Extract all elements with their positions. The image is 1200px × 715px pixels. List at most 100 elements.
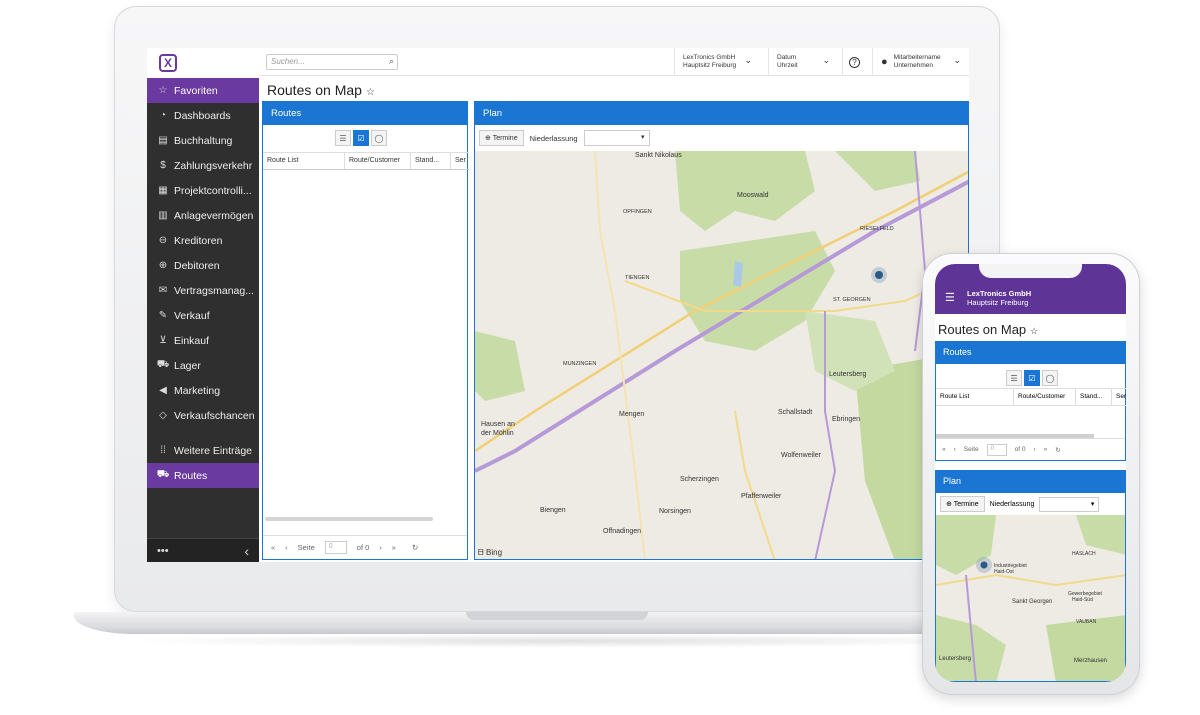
phone-company[interactable]: LexTronics GmbH Hauptsitz Freiburg <box>967 289 1031 307</box>
column-header[interactable]: Ser <box>451 153 469 169</box>
sidebar-item-more[interactable]: ⁞⁞ Weitere Einträge <box>147 438 259 463</box>
laptop-shadow <box>120 634 1020 648</box>
column-header[interactable]: Route/Customer <box>345 153 411 169</box>
map-label: Ebringen <box>832 416 860 423</box>
sidebar-item-vertragsmanag[interactable]: ✉ Vertragsmanag... <box>147 278 259 303</box>
handshake-icon: ✉ <box>158 285 168 296</box>
sidebar-item-routes[interactable]: ⛟ Routes <box>147 463 259 488</box>
list-view-icon[interactable]: ☰ <box>335 130 351 146</box>
bing-attribution: ᗷ Bing <box>478 548 502 558</box>
sidebar-item-projektcontrolli[interactable]: ▦ Projektcontrolli... <box>147 178 259 203</box>
phone-company-sub: Hauptsitz Freiburg <box>967 298 1029 307</box>
phone-title-text: Routes on Map <box>938 322 1027 337</box>
hamburger-menu-icon[interactable]: ☰ <box>945 291 955 304</box>
phone-plan-panel: Plan ⊕ Termine Niederlassung ▾ HASLACH I… <box>935 470 1126 682</box>
collapse-chevron-icon[interactable]: ‹ <box>244 543 249 559</box>
favorite-star-icon[interactable]: ☆ <box>366 87 375 98</box>
map-label: Hausen an <box>481 421 515 428</box>
prev-page-icon[interactable]: ‹ <box>954 446 956 453</box>
more-dots-icon[interactable]: ••• <box>157 545 169 557</box>
sidebar-item-marketing[interactable]: ◀ Marketing <box>147 378 259 403</box>
niederlassung-select[interactable]: ▾ <box>583 130 650 146</box>
sidebar-item-label: Zahlungsverkehr <box>174 159 253 172</box>
column-header[interactable]: Stand... <box>411 153 451 169</box>
date-time-selector[interactable]: Datum Uhrzeit ⌄ <box>768 48 838 76</box>
company-selector[interactable]: LexTronics GmbH Hauptsitz Freiburg ⌄ <box>674 48 760 76</box>
search-icon[interactable]: ⌕ <box>389 56 394 67</box>
phone-view-toggle: ☰ ☑ ◯ <box>1006 370 1058 386</box>
prev-page-icon[interactable]: ‹ <box>285 543 288 552</box>
phone-pager: « ‹ Seite 0 of 0 › » ↻ <box>936 438 1125 460</box>
sidebar-item-favoriten[interactable]: ☆ Favoriten <box>147 78 259 103</box>
sidebar-item-dashboards[interactable]: ◔ Dashboards <box>147 103 259 128</box>
refresh-icon[interactable]: ↻ <box>1055 446 1060 454</box>
list-view-icon[interactable]: ☰ <box>1006 370 1022 386</box>
column-header[interactable]: Stand... <box>1076 389 1112 405</box>
map-label: Leutersberg <box>939 656 971 662</box>
view-toggle: ☰ ☑ ◯ <box>335 130 387 146</box>
user-menu[interactable]: ● Mitarbeitername Unternehmen ⌄ <box>872 48 969 76</box>
check-view-icon[interactable]: ☑ <box>1024 370 1040 386</box>
refresh-icon[interactable]: ↻ <box>412 543 418 552</box>
termine-button[interactable]: ⊕ Termine <box>940 496 985 512</box>
last-page-icon[interactable]: » <box>1044 446 1048 453</box>
sidebar-item-label: Routes <box>174 469 208 482</box>
truck-icon: ⛟ <box>156 359 170 370</box>
map-label: Scherzingen <box>680 476 719 483</box>
termine-button[interactable]: ⊕ Termine <box>479 130 524 146</box>
sidebar-item-einkauf[interactable]: ⊻ Einkauf <box>147 328 259 353</box>
check-view-icon[interactable]: ☑ <box>353 130 369 146</box>
horizontal-scrollbar[interactable] <box>265 517 433 521</box>
plan-panel-header: Plan <box>475 102 968 125</box>
map-label: HASLACH <box>1072 551 1096 557</box>
routes-panel: Routes ☰ ☑ ◯ Route List Route/Customer S… <box>262 101 469 560</box>
next-page-icon[interactable]: › <box>379 543 382 552</box>
chevron-down-icon: ⌄ <box>822 55 830 65</box>
user-name: Mitarbeitername <box>893 54 941 61</box>
megaphone-icon: ◀ <box>159 385 167 396</box>
map[interactable]: Sankt Nikolaus Mooswald OPFINGEN RIESELF… <box>475 151 968 559</box>
first-page-icon[interactable]: « <box>942 446 946 453</box>
column-header[interactable]: Route/Customer <box>1014 389 1076 405</box>
sidebar-item-zahlungsverkehr[interactable]: $ Zahlungsverkehr <box>147 153 259 178</box>
sidebar-item-verkaufschancen[interactable]: ◇ Verkaufschancen <box>147 403 259 428</box>
comment-view-icon[interactable]: ◯ <box>1042 370 1058 386</box>
termine-label: Termine <box>953 501 979 508</box>
column-header[interactable]: Ser <box>1112 389 1126 405</box>
page-label: Seite <box>297 543 315 552</box>
next-page-icon[interactable]: › <box>1033 446 1035 453</box>
logo-area[interactable]: X <box>147 48 259 78</box>
sidebar-item-debitoren[interactable]: ⊕ Debitoren <box>147 253 259 278</box>
sidebar-item-kreditoren[interactable]: ⊖ Kreditoren <box>147 228 259 253</box>
page-title-text: Routes on Map <box>267 82 362 98</box>
sidebar-item-verkauf[interactable]: ✎ Verkauf <box>147 303 259 328</box>
sidebar-item-lager[interactable]: ⛟ Lager <box>147 353 259 378</box>
search-input[interactable]: Suchen... ⌕ <box>266 54 398 70</box>
phone-screen: ☰ LexTronics GmbH Hauptsitz Freiburg Rou… <box>935 264 1126 682</box>
page-input[interactable]: 0 <box>986 443 1007 456</box>
phone-routes-table-header: Route List Route/Customer Stand... Ser <box>936 388 1126 406</box>
plus-icon: ⊕ <box>485 135 493 142</box>
page-input[interactable]: 0 <box>324 541 347 554</box>
app-logo-icon: X <box>159 54 177 72</box>
map-label: der Möhlin <box>481 430 514 437</box>
edit-icon: ✎ <box>158 310 168 321</box>
comment-view-icon[interactable]: ◯ <box>371 130 387 146</box>
truck-icon: ⛟ <box>156 469 170 480</box>
favorite-star-icon[interactable]: ☆ <box>1030 326 1038 336</box>
column-header[interactable]: Route List <box>936 389 1014 405</box>
laptop-screen: X ☆ Favoriten ◔ Dashboards ▤ Buchhaltung $ Zahl… <box>147 48 969 562</box>
first-page-icon[interactable]: « <box>271 543 275 552</box>
chevron-down-icon: ⌄ <box>953 55 961 65</box>
niederlassung-select[interactable]: ▾ <box>1039 496 1100 512</box>
help-button[interactable]: ? <box>842 48 868 76</box>
column-header[interactable]: Route List <box>263 153 345 169</box>
last-page-icon[interactable]: » <box>392 543 396 552</box>
device-mockup: X ☆ Favoriten ◔ Dashboards ▤ Buchhaltung $ Zahl… <box>0 0 1200 715</box>
page-count: of 0 <box>356 543 370 552</box>
sidebar-item-buchhaltung[interactable]: ▤ Buchhaltung <box>147 128 259 153</box>
company-sub: Hauptsitz Freiburg <box>683 62 737 69</box>
bing-logo-icon: ᗷ <box>478 548 486 557</box>
phone-map[interactable]: HASLACH Industriegebiet Haid-Ost Sankt G… <box>936 515 1125 681</box>
sidebar-item-anlagevermögen[interactable]: ▥ Anlagevermögen <box>147 203 259 228</box>
